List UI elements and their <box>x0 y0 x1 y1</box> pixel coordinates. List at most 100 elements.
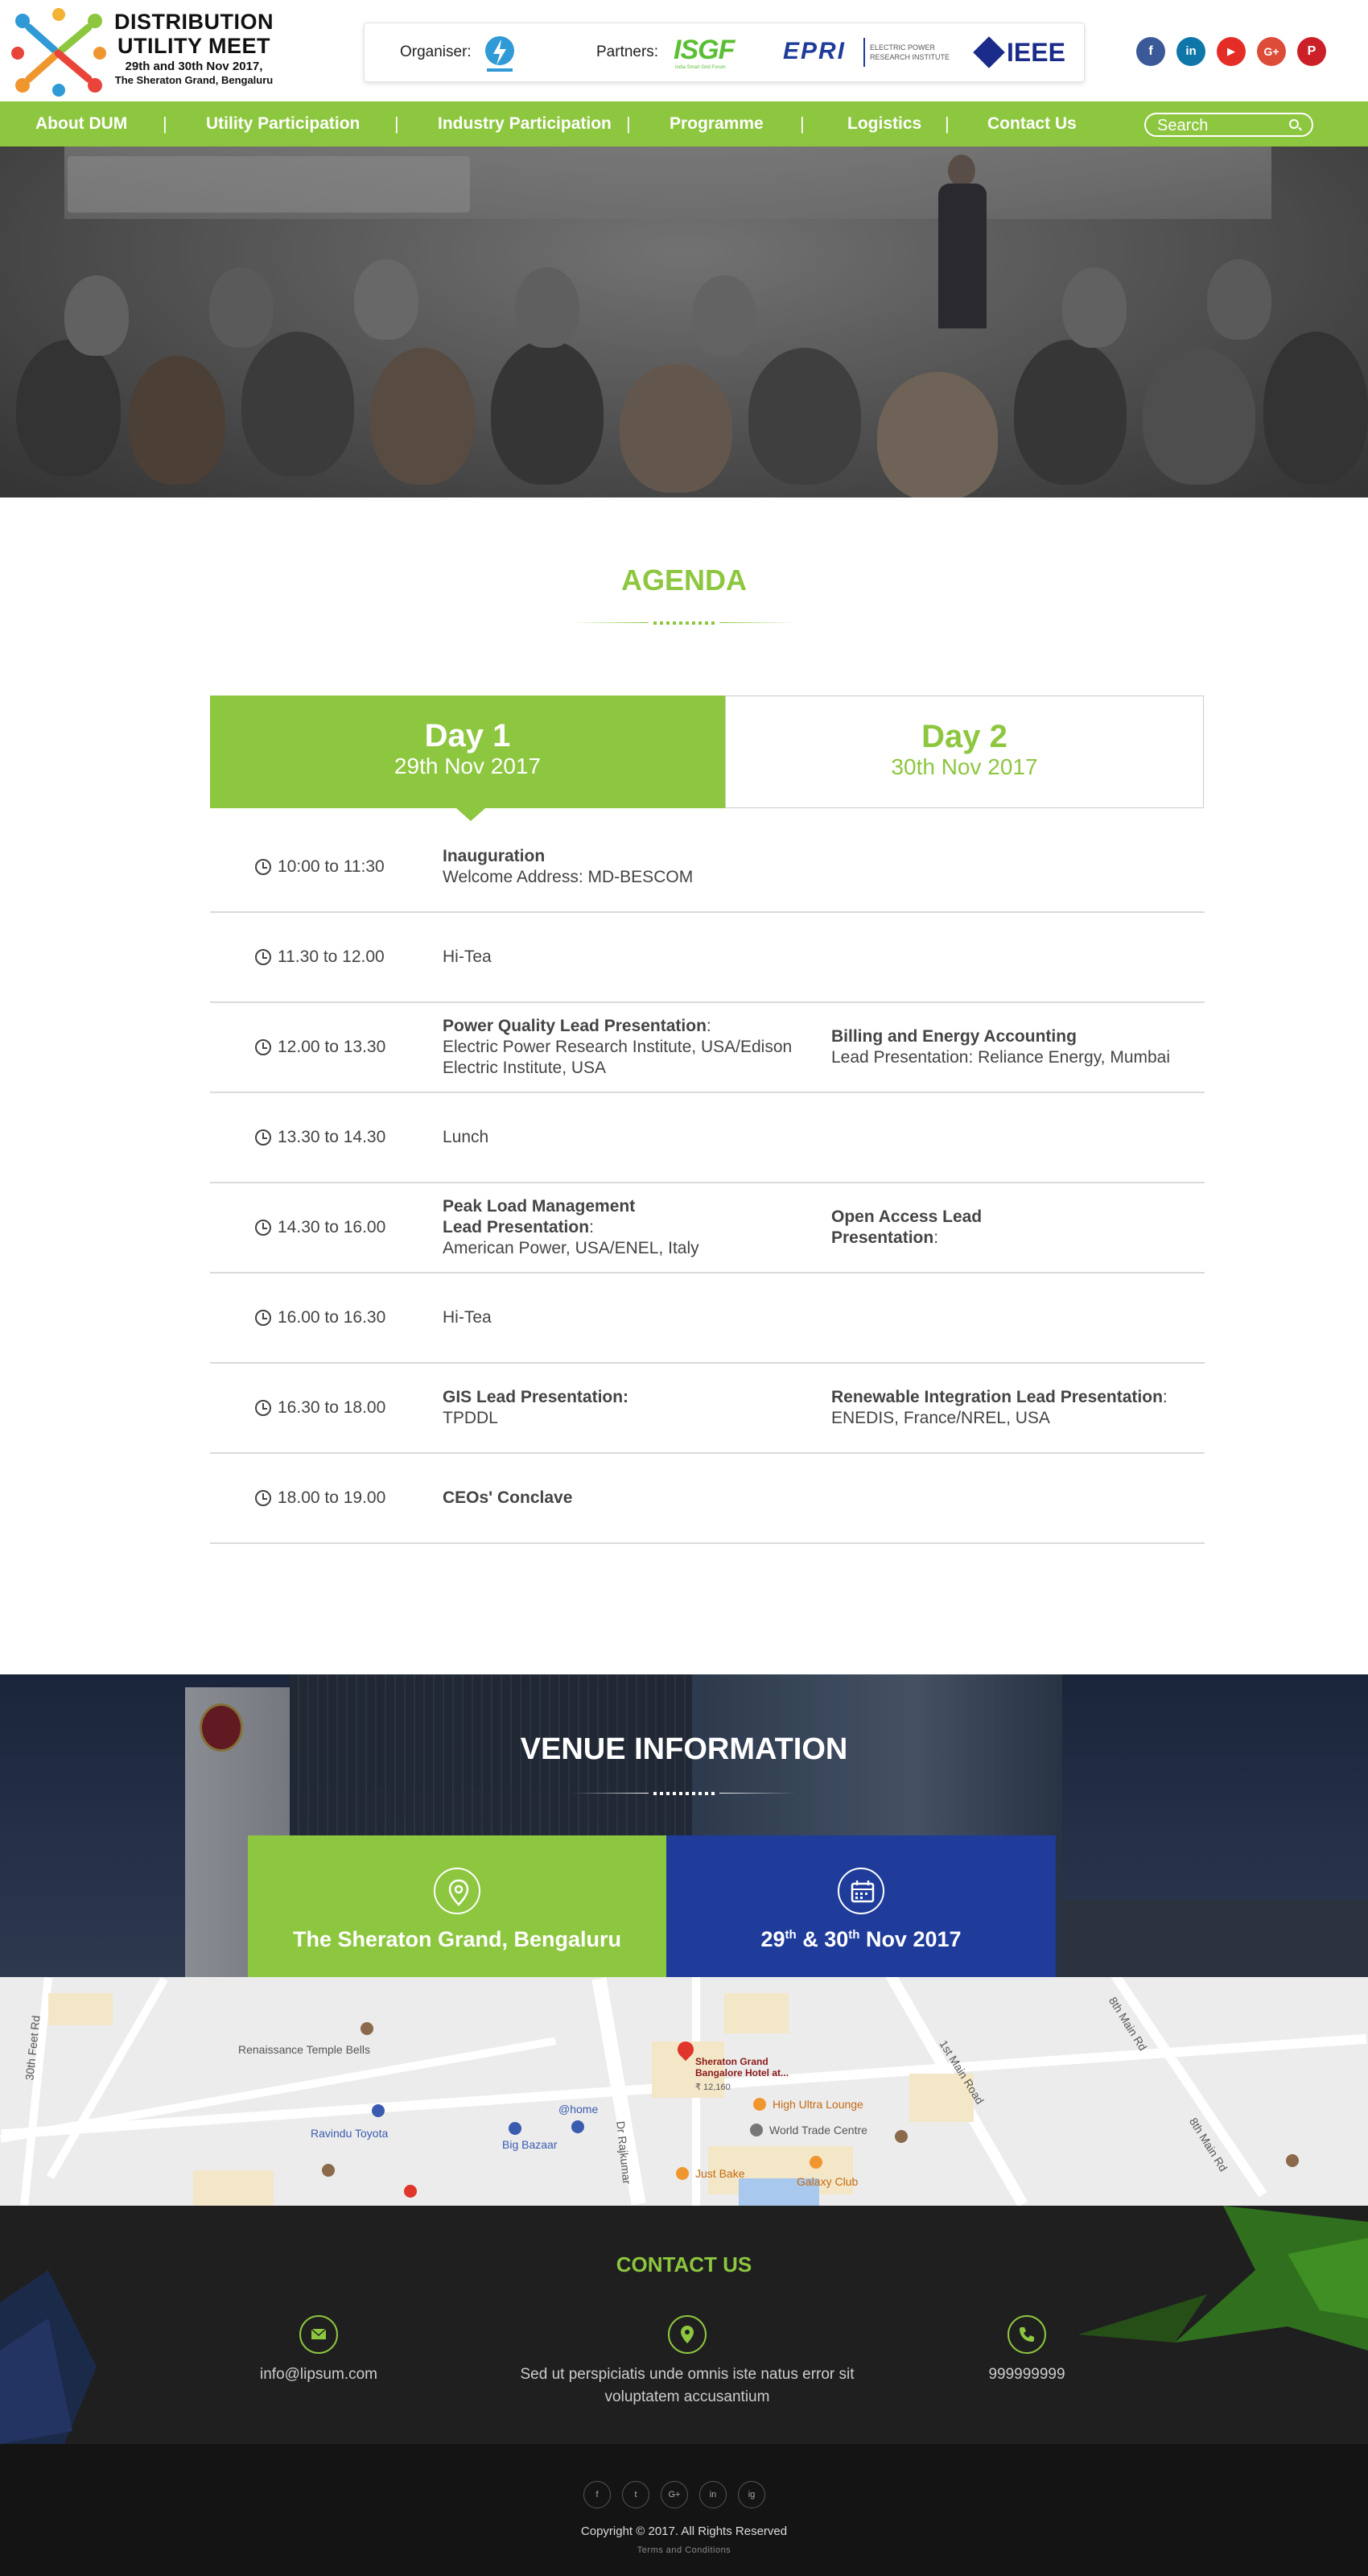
nav-item-programme[interactable]: Programme <box>670 101 764 147</box>
footer-facebook-icon[interactable]: f <box>583 2481 611 2508</box>
site-footer: f t G+ in ig Copyright © 2017. All Right… <box>0 2444 1368 2576</box>
facebook-icon[interactable]: f <box>1136 37 1165 66</box>
pinterest-icon[interactable]: P <box>1297 37 1326 66</box>
venue-title: VENUE INFORMATION <box>520 1732 848 1766</box>
footer-twitter-icon[interactable]: t <box>622 2481 649 2508</box>
agenda-session-1: Power Quality Lead Presentation: Electric… <box>443 1003 813 1092</box>
bescom-logo-icon[interactable] <box>482 30 517 75</box>
agenda-session-title: GIS Lead Presentation: <box>443 1388 629 1406</box>
agenda-session-detail: Lunch <box>443 1128 489 1146</box>
agenda-title: AGENDA <box>620 564 747 597</box>
agenda-session-2: Billing and Energy Accounting Lead Presen… <box>831 1003 1201 1092</box>
isgf-logo[interactable]: ISGF <box>674 35 735 66</box>
agenda-time: 16.00 to 16.30 <box>255 1274 385 1362</box>
map-label-ravindu: Ravindu Toyota <box>311 2127 389 2140</box>
hero-banner <box>0 147 1368 497</box>
agenda-time: 16.30 to 18.00 <box>255 1364 385 1452</box>
agenda-time-text: 16.30 to 18.00 <box>278 1398 386 1417</box>
nav-item-contact[interactable]: Contact Us <box>987 101 1077 147</box>
agenda-session-title: Open Access Lead Presentation <box>831 1208 983 1247</box>
nav-separator: | <box>163 114 167 134</box>
copyright-text: Copyright © 2017. All Rights Reserved <box>580 2524 788 2538</box>
footer-google-plus-icon[interactable]: G+ <box>661 2481 688 2508</box>
agenda-session-title: Renewable Integration Lead Presentation <box>831 1388 1163 1406</box>
agenda-time: 14.30 to 16.00 <box>255 1183 385 1272</box>
map-label-price: ₹ 12,160 <box>695 2083 731 2092</box>
tab-day-1[interactable]: Day 1 29th Nov 2017 <box>210 696 725 808</box>
phone-icon <box>1007 2315 1046 2354</box>
venue-map[interactable]: Sheraton Grand Bangalore Hotel at... ₹ 1… <box>0 1977 1368 2206</box>
agenda-session-detail: Hi-Tea <box>443 947 492 966</box>
contact-email[interactable]: info@lipsum.com <box>238 2363 399 2386</box>
agenda-session-detail: Lead Presentation: Reliance Energy, Mumb… <box>831 1048 1171 1067</box>
map-label-galaxy: Galaxy Club <box>797 2175 859 2188</box>
map-label-renaissance: Renaissance Temple Bells <box>238 2043 370 2056</box>
venue-date-card: 29th & 30th Nov 2017 <box>666 1835 1056 1998</box>
epri-divider <box>863 38 865 67</box>
map-poi-icon <box>322 2164 335 2177</box>
agenda-row: 12.00 to 13.30 Power Quality Lead Presen… <box>210 1003 1205 1093</box>
agenda-row: 18.00 to 19.00 CEOs' Conclave <box>210 1454 1205 1544</box>
map-label-sheraton: Sheraton Grand Bangalore Hotel at... <box>695 2056 789 2079</box>
logo-venue: The Sheraton Grand, Bengaluru <box>114 74 274 86</box>
logo-title-line1: DISTRIBUTION <box>114 10 274 34</box>
nav-separator: | <box>945 114 950 134</box>
nav-item-about[interactable]: About DUM <box>35 101 127 147</box>
venue-title-divider <box>571 1790 797 1797</box>
clock-icon <box>255 1129 271 1146</box>
venue-location-card: The Sheraton Grand, Bengaluru <box>248 1835 666 1998</box>
contact-phone[interactable]: 999999999 <box>946 2363 1107 2386</box>
ieee-wordmark: IEEE <box>1007 38 1065 67</box>
clock-icon <box>255 1490 271 1506</box>
hospital-icon <box>404 2185 417 2198</box>
youtube-icon[interactable]: ▶ <box>1217 37 1246 66</box>
epri-logo[interactable]: EPRI <box>783 38 846 65</box>
nav-item-industry-participation[interactable]: Industry Participation <box>438 101 612 147</box>
agenda-session-title: Billing and Energy Accounting <box>831 1027 1077 1046</box>
map-poi-icon <box>895 2130 908 2143</box>
agenda-row: 10:00 to 11:30 Inauguration Welcome Addre… <box>210 823 1205 913</box>
decorative-polygon <box>1078 2206 1368 2351</box>
nav-item-utility-participation[interactable]: Utility Participation <box>206 101 360 147</box>
decorative-polygon <box>0 2270 97 2444</box>
agenda-row: 14.30 to 16.00 Peak Load Management Lead… <box>210 1183 1205 1274</box>
agenda-time-text: 14.30 to 16.00 <box>278 1218 386 1236</box>
agenda-session-1: Hi-Tea <box>443 913 813 1001</box>
clock-icon <box>255 949 271 965</box>
tab-day-2[interactable]: Day 2 30th Nov 2017 <box>725 696 1204 808</box>
map-poi-icon <box>810 2156 822 2169</box>
search-icon[interactable] <box>1289 119 1299 129</box>
terms-link[interactable]: Terms and Conditions <box>0 2545 1368 2555</box>
agenda-time-text: 11.30 to 12.00 <box>278 947 385 966</box>
site-logo[interactable]: DISTRIBUTION UTILITY MEET 29th and 30th … <box>11 6 277 97</box>
address-pin-icon <box>668 2315 707 2354</box>
map-label-wtc: World Trade Centre <box>769 2124 867 2136</box>
calendar-icon <box>838 1868 884 1914</box>
agenda-time: 13.30 to 14.30 <box>255 1093 385 1182</box>
agenda-time-text: 13.30 to 14.30 <box>278 1128 386 1146</box>
agenda-row: 16.00 to 16.30 Hi-Tea <box>210 1274 1205 1364</box>
agenda-time-text: 18.00 to 19.00 <box>278 1488 386 1507</box>
logo-people-icon <box>11 8 106 97</box>
clock-icon <box>255 1400 271 1416</box>
venue-divider-dots-icon <box>653 1792 715 1795</box>
nav-item-logistics[interactable]: Logistics <box>847 101 921 147</box>
map-poi-icon <box>571 2120 584 2133</box>
agenda-time: 11.30 to 12.00 <box>255 913 385 1001</box>
google-plus-icon[interactable]: G+ <box>1257 37 1286 66</box>
footer-linkedin-icon[interactable]: in <box>699 2481 727 2508</box>
footer-instagram-icon[interactable]: ig <box>738 2481 765 2508</box>
agenda-row: 11.30 to 12.00 Hi-Tea <box>210 913 1205 1003</box>
agenda-time-text: 12.00 to 13.30 <box>278 1038 386 1056</box>
email-icon <box>299 2315 338 2354</box>
search-input[interactable] <box>1157 117 1286 134</box>
nav-separator: | <box>800 114 805 134</box>
hero-overlay <box>0 147 1368 497</box>
map-poi-icon <box>1286 2154 1299 2167</box>
main-nav: About DUM | Utility Participation | Indu… <box>0 101 1368 147</box>
search-box[interactable] <box>1144 113 1313 137</box>
agenda-divider-dots-icon <box>653 621 715 625</box>
agenda-session-1: GIS Lead Presentation: TPDDL <box>443 1364 813 1452</box>
map-poi-icon <box>361 2022 373 2035</box>
linkedin-icon[interactable]: in <box>1176 37 1205 66</box>
